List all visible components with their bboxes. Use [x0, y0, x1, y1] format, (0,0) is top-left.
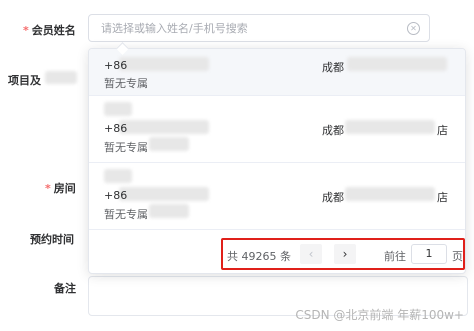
member-store: 成都: [322, 61, 344, 74]
redacted-store: [345, 120, 435, 134]
redacted-phone: [119, 57, 209, 71]
project-label: 项目及: [8, 74, 41, 87]
redacted-name: [104, 169, 132, 183]
member-tag: 暂无专属: [104, 208, 148, 221]
pagination-total: 共 49265 条: [227, 250, 291, 263]
page-suffix: 页: [452, 250, 463, 263]
member-store-suffix: 店: [437, 191, 448, 204]
member-name-label: * 会员姓名: [23, 24, 76, 37]
required-mark: *: [45, 182, 51, 195]
redacted-tag: [149, 137, 189, 151]
room-label: * 房间: [45, 182, 76, 195]
page-jump-input[interactable]: 1: [411, 244, 447, 264]
member-store: 成都: [322, 191, 344, 204]
redacted-label: [45, 71, 77, 84]
member-store-suffix: 店: [437, 124, 448, 137]
appointment-time-label: 预约时间: [30, 233, 74, 246]
redacted-phone: [119, 187, 209, 201]
member-tag: 暂无专属: [104, 77, 148, 90]
clear-icon[interactable]: ✕: [407, 22, 420, 35]
member-store: 成都: [322, 124, 344, 137]
redacted-store: [347, 57, 447, 71]
goto-label: 前往: [384, 250, 406, 263]
next-page-button[interactable]: ›: [334, 244, 356, 264]
member-search-input[interactable]: [101, 15, 401, 41]
member-option[interactable]: +86 暂无专属 成都 店: [89, 96, 465, 163]
redacted-phone: [119, 120, 209, 134]
member-phone: +86: [104, 189, 128, 202]
redacted-tag: [149, 204, 189, 218]
member-option[interactable]: +86 暂无专属 成都 店: [89, 163, 465, 230]
redacted-name: [104, 102, 132, 116]
watermark: CSDN @北京前端 年薪100w+: [295, 308, 464, 322]
pagination: 共 49265 条 ‹ › 前往 1 页: [221, 238, 465, 270]
redacted-store: [345, 187, 435, 201]
member-phone: +86: [104, 122, 128, 135]
prev-page-button[interactable]: ‹: [300, 244, 322, 264]
required-mark: *: [23, 24, 29, 37]
member-search-select[interactable]: ✕: [88, 14, 430, 42]
member-tag: 暂无专属: [104, 141, 148, 154]
member-phone: +86: [104, 59, 128, 72]
member-option[interactable]: +86 暂无专属 成都: [89, 49, 465, 96]
remarks-label: 备注: [54, 282, 76, 295]
